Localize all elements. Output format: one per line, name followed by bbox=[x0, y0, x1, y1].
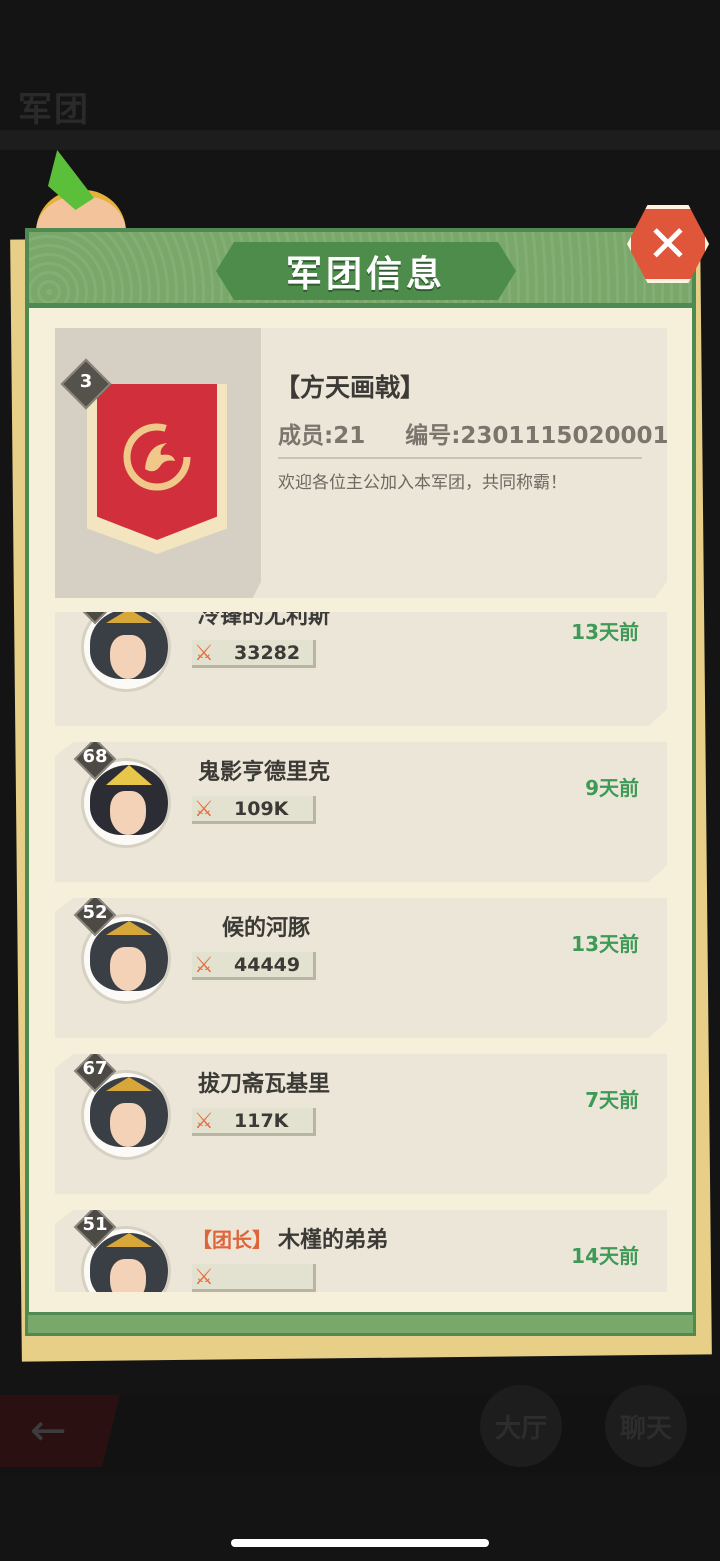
panel-title: 军团信息 bbox=[285, 254, 446, 295]
member-level: 68 bbox=[82, 746, 108, 767]
member-level: 67 bbox=[82, 1058, 108, 1079]
member-name: 冷锋的尤利斯 bbox=[198, 612, 331, 629]
member-power: ⚔ 33282 bbox=[192, 640, 316, 668]
member-row[interactable]: 68 鬼影亨德里克 ⚔ 109K 9天前 bbox=[55, 742, 667, 882]
guild-name: 【方天画戟】 bbox=[275, 373, 426, 402]
member-row[interactable]: 52 候的河豚 ⚔ 44449 13天前 bbox=[55, 898, 667, 1038]
background-hall-button: 大厅 bbox=[480, 1385, 562, 1467]
back-arrow-icon: ← bbox=[30, 1405, 67, 1456]
crossed-swords-icon: ⚔ bbox=[194, 953, 214, 978]
guild-emblem-area: 3 bbox=[55, 328, 261, 598]
background-chat-button: 聊天 bbox=[605, 1385, 687, 1467]
member-power-value: 109K bbox=[234, 798, 289, 820]
member-role: 【团长】 bbox=[192, 1228, 272, 1252]
member-last-online: 7天前 bbox=[585, 1088, 639, 1112]
guild-info-divider bbox=[278, 457, 642, 459]
member-name: 【团长】 木槿的弟弟 bbox=[192, 1228, 389, 1253]
guild-description: 欢迎各位主公加入本军团，共同称霸！ bbox=[278, 473, 567, 493]
member-last-online: 14天前 bbox=[571, 1244, 639, 1268]
background-band bbox=[0, 130, 720, 150]
member-row[interactable]: 51 【团长】 木槿的弟弟 ⚔ 14天前 bbox=[55, 1210, 667, 1292]
guild-id: 编号:2301115020001 bbox=[405, 423, 669, 449]
member-row[interactable]: 46 冷锋的尤利斯 ⚔33282 13天前 bbox=[55, 612, 667, 726]
member-power: ⚔ 117K bbox=[192, 1108, 316, 1136]
member-last-online: 13天前 bbox=[571, 620, 639, 644]
member-last-online: 13天前 bbox=[571, 932, 639, 956]
member-power: ⚔ bbox=[192, 1264, 316, 1292]
crossed-swords-icon: ⚔ bbox=[194, 641, 214, 666]
guild-member-count: 成员:21 bbox=[278, 423, 366, 449]
home-indicator[interactable] bbox=[231, 1539, 489, 1547]
guild-stats: 成员:21 编号:2301115020001 bbox=[278, 416, 668, 450]
member-power-value: 33282 bbox=[234, 642, 301, 664]
phoenix-emblem-icon bbox=[123, 423, 191, 491]
background-screen-title: 军团 bbox=[18, 90, 90, 130]
member-level: 52 bbox=[82, 902, 108, 923]
crossed-swords-icon: ⚔ bbox=[194, 797, 214, 822]
panel-footer bbox=[25, 1312, 696, 1336]
crossed-swords-icon: ⚔ bbox=[194, 1109, 214, 1134]
close-icon: ✕ bbox=[647, 215, 689, 273]
panel-header: 军团信息 bbox=[29, 232, 692, 308]
member-row[interactable]: 67 拔刀斋瓦基里 ⚔ 117K 7天前 bbox=[55, 1054, 667, 1194]
member-power-value: 44449 bbox=[234, 954, 301, 976]
background-back-button: ← bbox=[0, 1395, 120, 1467]
guild-level: 3 bbox=[79, 371, 93, 392]
member-name: 拔刀斋瓦基里 bbox=[198, 1072, 331, 1097]
title-banner: 军团信息 bbox=[216, 242, 516, 300]
member-power-value: 117K bbox=[234, 1110, 289, 1132]
member-power: ⚔ 44449 bbox=[192, 952, 316, 980]
member-power: ⚔ 109K bbox=[192, 796, 316, 824]
member-name: 候的河豚 bbox=[222, 916, 311, 941]
member-list[interactable]: 46 冷锋的尤利斯 ⚔33282 13天前 68 鬼影亨德里克 ⚔109K 9天… bbox=[55, 612, 667, 1292]
member-last-online: 9天前 bbox=[585, 776, 639, 800]
member-level: 51 bbox=[82, 1214, 108, 1235]
member-name: 鬼影亨德里克 bbox=[198, 760, 331, 785]
phoenix-banner-icon bbox=[97, 384, 217, 540]
crossed-swords-icon: ⚔ bbox=[194, 1265, 214, 1290]
